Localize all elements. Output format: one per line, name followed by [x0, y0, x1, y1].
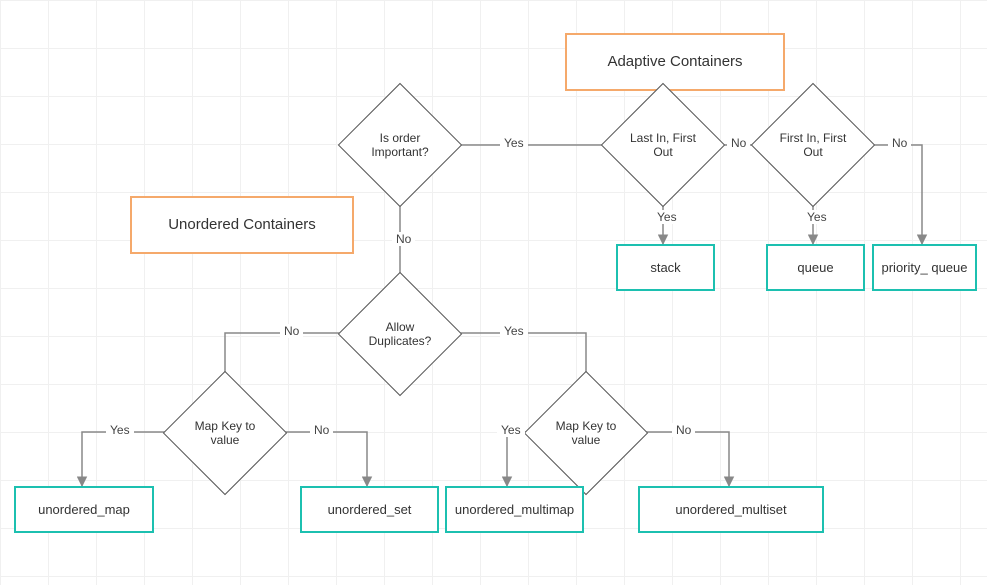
- banner-unordered: Unordered Containers: [130, 196, 354, 254]
- terminal-unordered-map-label: unordered_map: [38, 502, 130, 518]
- terminal-unordered-multimap-label: unordered_multimap: [455, 502, 574, 518]
- edge-dups-yes: Yes: [500, 324, 528, 338]
- terminal-priority-queue-label: priority_ queue: [882, 260, 968, 276]
- terminal-unordered-multiset-label: unordered_multiset: [675, 502, 786, 518]
- decision-lifo: Last In, First Out: [619, 101, 707, 189]
- decision-fifo-label: First In, First Out: [769, 131, 857, 160]
- terminal-unordered-multimap: unordered_multimap: [445, 486, 584, 533]
- decision-dups: Allow Duplicates?: [356, 290, 444, 378]
- edge-order-no: No: [392, 232, 415, 246]
- edge-dups-no: No: [280, 324, 303, 338]
- edge-mapleft-yes: Yes: [106, 423, 134, 437]
- edge-mapleft-no: No: [310, 423, 333, 437]
- banner-adaptive-label: Adaptive Containers: [607, 53, 742, 71]
- decision-fifo: First In, First Out: [769, 101, 857, 189]
- decision-map-right: Map Key to value: [542, 389, 630, 477]
- edge-mapright-yes: Yes: [497, 423, 525, 437]
- edge-order-yes: Yes: [500, 136, 528, 150]
- terminal-unordered-multiset: unordered_multiset: [638, 486, 824, 533]
- decision-map-left-label: Map Key to value: [181, 419, 269, 448]
- edge-lifo-yes: Yes: [653, 210, 681, 224]
- decision-order-label: Is order Important?: [356, 131, 444, 160]
- terminal-queue-label: queue: [797, 260, 833, 276]
- terminal-queue: queue: [766, 244, 865, 291]
- edge-mapright-no: No: [672, 423, 695, 437]
- decision-dups-label: Allow Duplicates?: [356, 320, 444, 349]
- terminal-unordered-set-label: unordered_set: [328, 502, 412, 518]
- decision-map-left: Map Key to value: [181, 389, 269, 477]
- edge-fifo-yes: Yes: [803, 210, 831, 224]
- edge-lifo-no: No: [727, 136, 750, 150]
- terminal-stack: stack: [616, 244, 715, 291]
- terminal-unordered-map: unordered_map: [14, 486, 154, 533]
- decision-lifo-label: Last In, First Out: [619, 131, 707, 160]
- terminal-unordered-set: unordered_set: [300, 486, 439, 533]
- banner-adaptive: Adaptive Containers: [565, 33, 785, 91]
- decision-order: Is order Important?: [356, 101, 444, 189]
- edge-fifo-no: No: [888, 136, 911, 150]
- banner-unordered-label: Unordered Containers: [168, 216, 316, 234]
- terminal-stack-label: stack: [650, 260, 680, 276]
- decision-map-right-label: Map Key to value: [542, 419, 630, 448]
- terminal-priority-queue: priority_ queue: [872, 244, 977, 291]
